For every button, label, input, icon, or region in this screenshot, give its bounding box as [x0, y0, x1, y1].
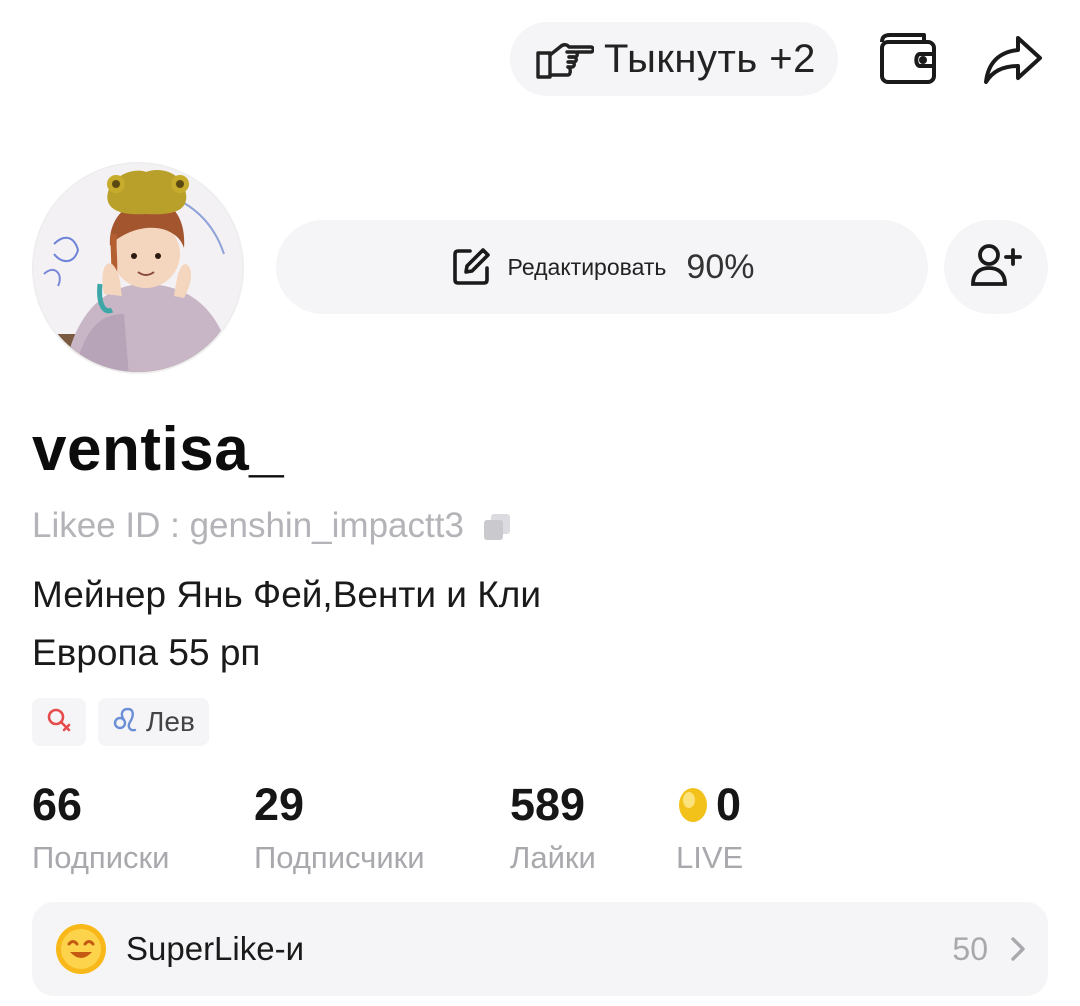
add-friend-button[interactable] [944, 220, 1048, 314]
zodiac-tag: Лев [98, 698, 209, 746]
avatar[interactable] [32, 162, 244, 374]
profile-tags: Лев [32, 698, 209, 746]
superlike-label: SuperLike-и [126, 930, 305, 967]
edit-label: Редактировать [507, 253, 667, 280]
pointing-hand-icon [534, 35, 594, 83]
profile-completion-percent: 90% [686, 247, 755, 286]
likee-id: Likee ID : genshin_impactt3 [32, 506, 464, 545]
superlike-row[interactable]: SuperLike-и 50 [32, 902, 1048, 996]
gender-icon [46, 707, 72, 738]
bio-line-1: Мейнер Янь Фей,Венти и Кли [32, 574, 542, 615]
wallet-icon[interactable] [876, 30, 938, 86]
edit-icon [450, 246, 492, 288]
coin-icon [676, 785, 710, 825]
add-user-icon [969, 242, 1023, 293]
likee-id-row: Likee ID : genshin_impactt3 [32, 506, 512, 546]
poke-button[interactable]: Тыкнуть +2 [510, 22, 838, 96]
stat-label: Лайки [510, 840, 596, 875]
stat-following[interactable]: 66 Подписки [32, 778, 169, 876]
stat-value: 589 [510, 779, 586, 830]
bio-line-2: Европа 55 рп [32, 632, 261, 673]
gender-tag [32, 698, 86, 746]
stat-value: 0 [716, 779, 742, 830]
share-icon[interactable] [982, 34, 1044, 86]
stat-label: Подписки [32, 840, 170, 875]
poke-label: Тыкнуть +2 [604, 36, 816, 81]
stat-label: Подписчики [254, 840, 425, 875]
copy-icon[interactable] [482, 511, 512, 541]
stat-label: LIVE [676, 840, 744, 875]
stat-live[interactable]: 0 LIVE [676, 778, 743, 876]
stat-value: 66 [32, 779, 83, 830]
edit-profile-button[interactable]: Редактировать 90% [276, 220, 928, 314]
username: ventisa_ [32, 415, 285, 484]
stat-value: 29 [254, 779, 305, 830]
stat-likes[interactable]: 589 Лайки [510, 778, 596, 876]
superlike-emoji-icon [54, 922, 108, 976]
stat-live-value-row: 0 [676, 778, 743, 832]
chevron-right-icon [1010, 936, 1026, 962]
superlike-count: 50 [952, 930, 988, 967]
stat-followers[interactable]: 29 Подписчики [254, 778, 425, 876]
zodiac-label: Лев [146, 706, 195, 737]
leo-zodiac-icon [112, 706, 138, 739]
avatar-illustration [34, 164, 242, 372]
